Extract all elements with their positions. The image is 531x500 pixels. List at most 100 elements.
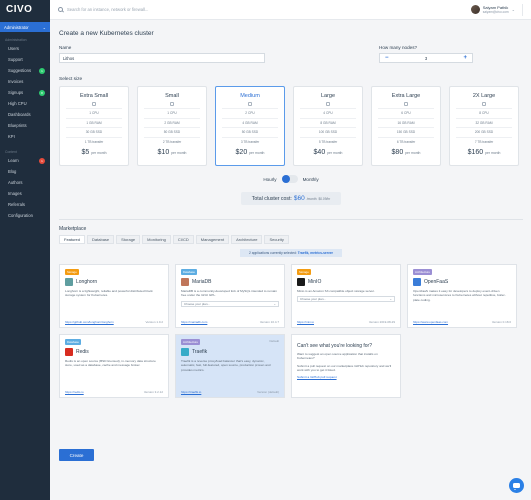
app-description: Minio is an Amazon S3 compatible object … xyxy=(297,289,375,293)
tab-management[interactable]: Management xyxy=(195,235,230,244)
app-footer: https://github.com/longhorn/longhorn Vers… xyxy=(65,320,163,324)
app-name: Traefik xyxy=(192,349,208,355)
sidebar-item-dashboards[interactable]: Dashboards xyxy=(0,109,50,120)
app-card-redis[interactable]: Database Redis Redis is an open source (BS… xyxy=(59,334,169,398)
sidebar-item-label: Suggestions xyxy=(8,68,32,73)
size-card[interactable]: Extra Small 1 CPU 1 GB RAM 30 GB SSD 1 TB tr… xyxy=(59,86,129,166)
size-price: $80 per month xyxy=(372,149,440,156)
sidebar-item-kpi[interactable]: KPI xyxy=(0,131,50,142)
sidebar-item-signups[interactable]: Signups 8 xyxy=(0,87,50,98)
divider xyxy=(59,219,523,220)
admin-dropdown[interactable]: Administrator ⌄ xyxy=(0,22,50,32)
nodes-value[interactable]: 3 xyxy=(425,56,427,61)
app-website-link[interactable]: https://traefik.io xyxy=(181,390,201,394)
app-card-longhorn[interactable]: Storage Longhorn Longhorn is a lightweight… xyxy=(59,264,169,328)
size-spec-cpu: 8 CPU xyxy=(456,108,512,118)
size-price: $40 per month xyxy=(294,149,362,156)
sidebar-item-label: Authors xyxy=(8,180,23,185)
app-website-link[interactable]: https://mariadb.com xyxy=(181,320,207,324)
app-version: Version 0.18.0 xyxy=(491,320,511,324)
select-size-label: Select size xyxy=(59,77,83,82)
sidebar-item-images[interactable]: Images xyxy=(0,188,50,199)
sidebar-item-high-cpu[interactable]: High CPU xyxy=(0,98,50,109)
marketplace-tabs: Featured Database Storage Monitoring CI/CD Ma… xyxy=(59,235,523,244)
chat-button[interactable] xyxy=(509,478,524,493)
sidebar-item-referrals[interactable]: Referrals xyxy=(0,199,50,210)
default-flag: Default xyxy=(269,339,279,343)
size-card[interactable]: Extra Large 6 CPU 16 GB RAM 150 GB SSD 6 TB … xyxy=(371,86,441,166)
sidebar-item-label: Invoices xyxy=(8,79,24,84)
tab-storage[interactable]: Storage xyxy=(116,235,141,244)
search-bar xyxy=(58,7,471,12)
app-description: Traefik is a reverse proxy/load balancer… xyxy=(181,359,271,372)
sidebar-item-label: Signups xyxy=(8,90,24,95)
cluster-name-input[interactable] xyxy=(59,53,265,63)
user-menu[interactable]: Saiyam Pathik saiyam@civo.com ⌄ xyxy=(470,3,523,16)
openfaas-logo-icon xyxy=(413,278,421,286)
app-category-badge: Storage xyxy=(297,269,311,275)
civo-logo[interactable]: CIVO xyxy=(0,0,50,20)
sidebar-item-support[interactable]: Support xyxy=(0,54,50,65)
tab-database[interactable]: Database xyxy=(87,235,115,244)
size-spec-ssd: 50 GB SSD xyxy=(222,127,278,137)
redis-logo-icon xyxy=(65,348,73,356)
tab-featured[interactable]: Featured xyxy=(59,235,86,244)
server-icon xyxy=(482,102,486,106)
total-hourly: $0.09/hr xyxy=(318,196,331,201)
create-button[interactable]: Create xyxy=(59,449,94,461)
avatar xyxy=(470,5,480,14)
app-website-link[interactable]: https://github.com/longhorn/longhorn xyxy=(65,320,114,324)
sidebar-item-invoices[interactable]: Invoices xyxy=(0,76,50,87)
size-spec-ssd: 30 GB SSD xyxy=(66,127,122,137)
size-card[interactable]: Small 1 CPU 2 GB RAM 50 GB SSD 2 TB transfer… xyxy=(137,86,207,166)
sidebar-item-learn[interactable]: Learn 1 xyxy=(0,155,50,166)
size-card[interactable]: Medium 2 CPU 4 GB RAM 50 GB SSD 3 TB transfe… xyxy=(215,86,285,166)
size-spec-transfer: 6 TB transfer xyxy=(378,136,434,147)
app-card-traefik[interactable]: Architecture Default Traefik Traefik is a r… xyxy=(175,334,285,398)
sidebar-item-label: High CPU xyxy=(8,101,27,106)
toggle-knob xyxy=(281,175,290,183)
size-spec-ssd: 100 GB SSD xyxy=(300,127,356,137)
sidebar-item-suggestions[interactable]: Suggestions 1 xyxy=(0,65,50,76)
github-pr-link[interactable]: Submit a GitHub pull request xyxy=(297,375,395,379)
traefik-logo-icon xyxy=(181,348,189,356)
sidebar-item-blueprints[interactable]: Blueprints xyxy=(0,120,50,131)
tab-monitoring[interactable]: Monitoring xyxy=(142,235,171,244)
marketplace-apps: Storage Longhorn Longhorn is a lightweight… xyxy=(59,264,523,398)
price-amount: $20 xyxy=(235,149,248,156)
suggest-app-card: Can't see what you're looking for? Want t… xyxy=(291,334,401,398)
app-category-badge: Database xyxy=(65,339,81,345)
increment-button[interactable]: + xyxy=(463,55,467,61)
monthly-label[interactable]: Monthly xyxy=(303,177,319,182)
sidebar-item-label: Dashboards xyxy=(8,112,31,117)
app-website-link[interactable]: https://www.openfaas.com xyxy=(413,320,448,324)
mariadb-logo-icon xyxy=(181,278,189,286)
sidebar-item-blog[interactable]: Blog xyxy=(0,166,50,177)
app-description: OpenFaaS makes it easy for developers to… xyxy=(413,289,506,302)
count-badge: 1 xyxy=(39,157,45,164)
app-website-link[interactable]: https://min.io xyxy=(297,320,314,324)
sidebar-item-authors[interactable]: Authors xyxy=(0,177,50,188)
plan-select[interactable]: Choose your plan... ⌄ xyxy=(181,300,279,307)
tab-cicd[interactable]: CI/CD xyxy=(172,235,194,244)
app-name: MinIO xyxy=(308,279,322,285)
tab-security[interactable]: Security xyxy=(264,235,289,244)
size-spec-ssd: 200 GB SSD xyxy=(456,127,512,137)
size-card[interactable]: Large 4 CPU 8 GB RAM 100 GB SSD 5 TB transfe… xyxy=(293,86,363,166)
app-name: OpenFaaS xyxy=(424,279,449,285)
size-card[interactable]: 2X Large 8 CPU 32 GB RAM 200 GB SSD 7 TB tra… xyxy=(449,86,519,166)
decrement-button[interactable]: − xyxy=(385,55,389,61)
sidebar-item-users[interactable]: Users xyxy=(0,43,50,54)
size-spec-ram: 16 GB RAM xyxy=(378,117,434,128)
search-input[interactable] xyxy=(67,7,267,12)
sidebar-item-configuration[interactable]: Configuration xyxy=(0,210,50,221)
hourly-label[interactable]: Hourly xyxy=(263,177,276,182)
plan-select[interactable]: Choose your plan... ⌄ xyxy=(297,296,395,303)
tab-architecture[interactable]: Architecture xyxy=(231,235,263,244)
app-card-minio[interactable]: Storage MinIO Minio is an Amazon S3 compat… xyxy=(291,264,401,328)
billing-toggle[interactable] xyxy=(281,175,298,183)
app-card-openfaas[interactable]: Architecture OpenFaaS OpenFaaS makes it ea… xyxy=(407,264,517,328)
app-header: Redis xyxy=(65,348,163,356)
app-card-mariadb[interactable]: Database MariaDB MariaDB is a community-de… xyxy=(175,264,285,328)
app-website-link[interactable]: https://redis.io xyxy=(65,390,84,394)
